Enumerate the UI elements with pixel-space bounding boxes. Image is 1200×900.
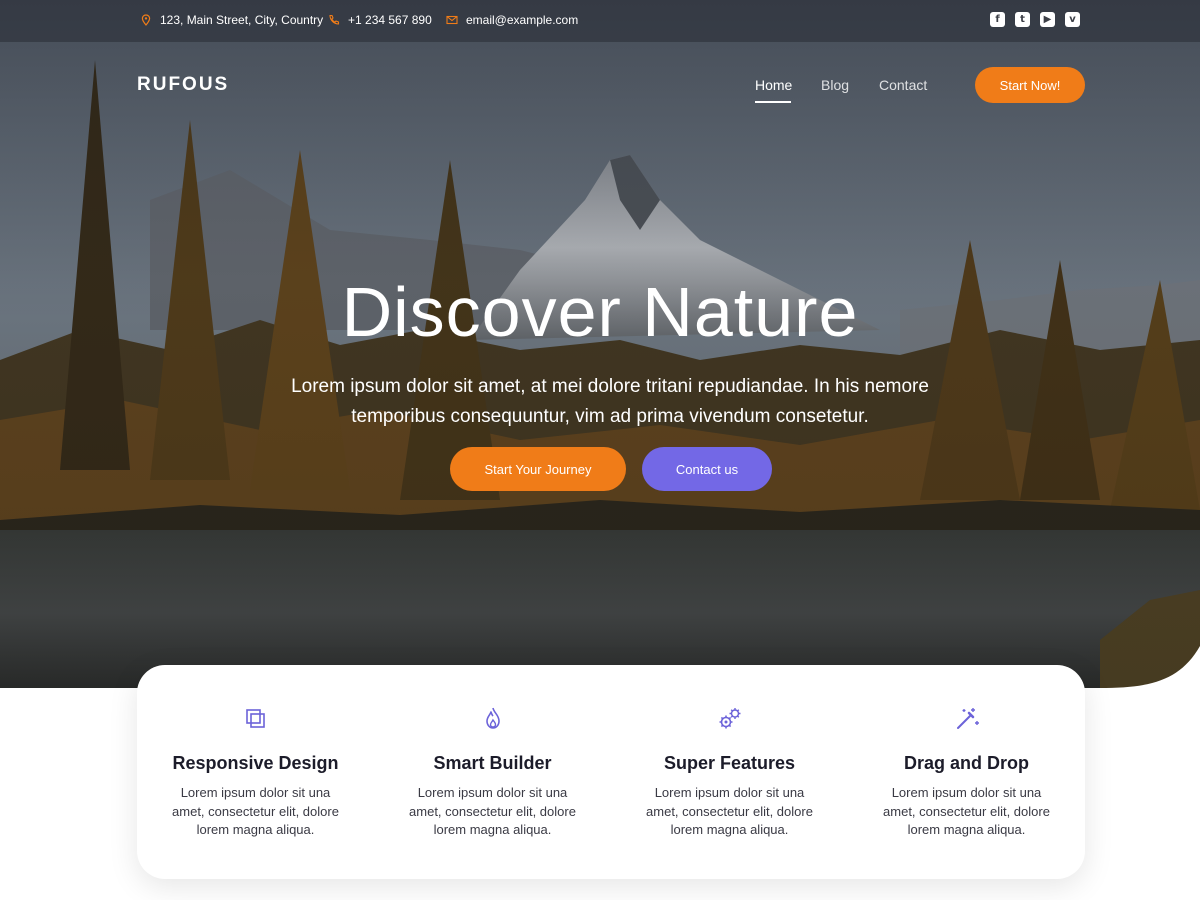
nav-contact-link[interactable]: Contact [879,77,927,93]
feature-text: Lorem ipsum dolor sit una amet, consecte… [409,785,576,837]
youtube-icon[interactable]: ▶ [1040,12,1055,27]
feature-drag-and-drop: Drag and Drop Lorem ipsum dolor sit una … [848,665,1085,879]
nav-active-indicator [755,101,791,103]
magic-wand-icon [956,708,979,729]
top-bar: 123, Main Street, City, Country +1 234 5… [0,0,1200,42]
feature-title: Super Features [663,753,796,773]
feature-title: Smart Builder [433,753,552,773]
start-journey-button[interactable]: Start Your Journey [450,447,626,491]
feature-smart-builder: Smart Builder Lorem ipsum dolor sit una … [374,665,611,879]
feature-text: Lorem ipsum dolor sit una amet, consecte… [646,785,813,837]
hero-title: Discover Nature [341,273,859,351]
feature-text: Lorem ipsum dolor sit una amet, consecte… [883,785,1050,837]
features-card: Responsive Design Lorem ipsum dolor sit … [137,665,1085,879]
feature-responsive-design: Responsive Design Lorem ipsum dolor sit … [137,665,374,879]
email-text: email@example.com [466,13,579,27]
start-now-button[interactable]: Start Now! [975,67,1085,103]
social-links: f t ▶ v [990,12,1080,27]
envelope-icon [446,15,458,25]
twitter-icon[interactable]: t [1015,12,1030,27]
feature-title: Drag and Drop [903,753,1029,773]
flame-icon [485,707,500,729]
layers-icon [245,709,265,728]
address-text: 123, Main Street, City, Country [160,13,324,27]
gears-icon [719,708,740,729]
hero-subtitle: Lorem ipsum dolor sit amet, at mei dolor… [291,376,929,427]
nav-blog-link[interactable]: Blog [821,77,849,93]
email-info[interactable]: email@example.com [446,13,578,27]
vimeo-icon[interactable]: v [1065,12,1080,27]
phone-icon [329,14,340,25]
site-logo[interactable]: RUFOUS [137,74,229,96]
contact-us-button[interactable]: Contact us [642,447,772,491]
map-pin-icon [141,14,151,26]
feature-super-features: Super Features Lorem ipsum dolor sit una… [611,665,848,879]
phone-info[interactable]: +1 234 567 890 [328,13,432,27]
hero-section [0,0,1200,706]
phone-text: +1 234 567 890 [348,13,432,27]
address-info: 123, Main Street, City, Country [140,13,323,27]
nav-home-link[interactable]: Home [755,77,792,93]
feature-text: Lorem ipsum dolor sit una amet, consecte… [172,785,339,837]
facebook-icon[interactable]: f [990,12,1005,27]
hero-overlay [0,0,1200,706]
feature-title: Responsive Design [172,753,339,773]
